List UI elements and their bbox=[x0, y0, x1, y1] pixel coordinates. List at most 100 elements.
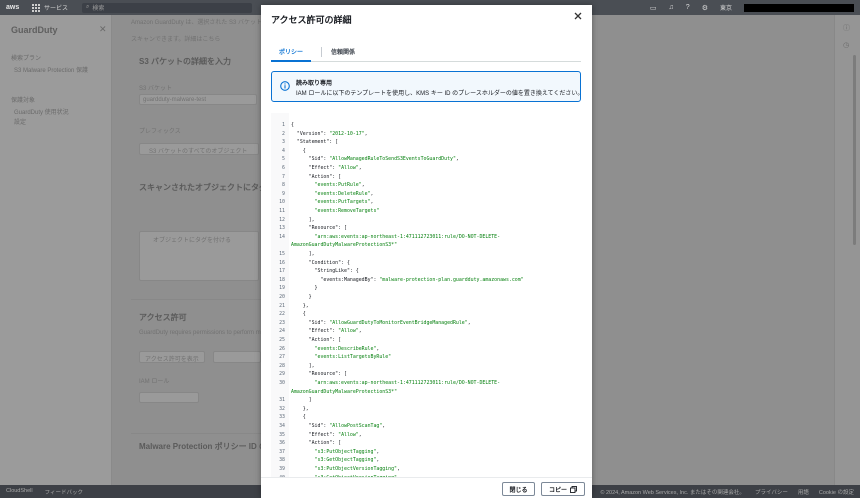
line-number: 5 bbox=[282, 156, 285, 163]
code-line: 20 } bbox=[271, 294, 581, 302]
line-number: 10 bbox=[279, 199, 285, 206]
feedback-link[interactable]: フィードバック bbox=[45, 488, 83, 496]
privacy-link[interactable]: プライバシー bbox=[755, 488, 788, 496]
line-number: 22 bbox=[279, 311, 285, 318]
page-scrollbar[interactable] bbox=[853, 55, 856, 245]
permissions-detail-modal: アクセス許可の詳細 ポリシー 信頼関係 読み取り専用 IAM ロールに以下のテン… bbox=[261, 5, 592, 498]
bg-label: S3 バケット bbox=[139, 86, 173, 92]
cloudshell-icon[interactable]: ▭ bbox=[650, 4, 657, 12]
copy-button[interactable]: コピー bbox=[541, 482, 585, 496]
line-number: 18 bbox=[279, 276, 285, 283]
services-grid-icon[interactable] bbox=[32, 3, 40, 12]
sidenav-item[interactable]: S3 Malware Protection 保護 bbox=[14, 65, 88, 74]
code-text: { bbox=[291, 122, 294, 128]
account-menu-redacted[interactable] bbox=[744, 3, 854, 12]
services-menu[interactable]: サービス bbox=[44, 3, 68, 12]
code-line: 17 "StringLike": { bbox=[271, 268, 581, 276]
alert-body: IAM ロールに以下のテンプレートを使用し、KMS キー ID のプレースホルダ… bbox=[296, 91, 584, 97]
code-text: "Action": [ bbox=[308, 173, 342, 180]
code-text: "events:RemoveTargets" bbox=[314, 208, 380, 214]
code-text: "Sid": "AllowGuardDutyToMonitorEventBrid… bbox=[308, 319, 471, 326]
code-text: "Action": [ bbox=[308, 440, 342, 447]
code-line: 2 "Version": "2012-10-17", bbox=[271, 131, 581, 139]
code-line: 10 "events:PutTargets", bbox=[271, 199, 581, 207]
notifications-icon[interactable]: ♫ bbox=[669, 4, 674, 11]
region-selector[interactable]: 東京 bbox=[720, 3, 732, 12]
line-number: 13 bbox=[279, 225, 285, 232]
bg-button-label: アクセス許可を表示 bbox=[145, 357, 199, 363]
close-button-label: 閉じる bbox=[509, 487, 528, 494]
sidenav-item[interactable]: 保護対象 bbox=[11, 95, 35, 104]
code-text: "events:ListTargetsByRule" bbox=[314, 354, 392, 361]
code-text: "Resource": [ bbox=[308, 371, 347, 378]
code-text: AmazonGuardDutyMalwareProtectionS3*" bbox=[291, 388, 398, 395]
bg-divider bbox=[131, 299, 261, 300]
close-button[interactable]: 閉じる bbox=[502, 482, 535, 496]
code-line: 13 "Resource": [ bbox=[271, 225, 581, 233]
line-number: 3 bbox=[282, 139, 285, 146]
alert-title: 読み取り専用 bbox=[296, 81, 333, 87]
side-navigation: GuardDuty ✕ 検索プラン S3 Malware Protection … bbox=[0, 15, 112, 485]
line-number: 28 bbox=[279, 362, 285, 369]
aws-logo[interactable]: aws bbox=[6, 4, 24, 11]
code-text: "Action": [ bbox=[308, 337, 342, 343]
line-number: 29 bbox=[279, 371, 285, 378]
code-text: { bbox=[291, 414, 306, 421]
modal-header: アクセス許可の詳細 bbox=[261, 5, 592, 33]
settings-icon[interactable]: ⚙ bbox=[702, 4, 708, 12]
code-text: "Effect": "Allow", bbox=[308, 165, 362, 171]
code-text: "Effect": "Allow", bbox=[308, 328, 362, 335]
bg-label: IAM ロール bbox=[139, 379, 170, 385]
bg-divider bbox=[131, 433, 261, 434]
tab-policy[interactable]: ポリシー bbox=[271, 45, 312, 62]
sidenav-title[interactable]: GuardDuty bbox=[11, 25, 58, 35]
bg-select bbox=[139, 392, 199, 403]
search-placeholder: 検索 bbox=[92, 6, 105, 12]
bg-input-value: guardduty-malware-test bbox=[143, 97, 207, 103]
code-line: 19 } bbox=[271, 285, 581, 293]
info-panel-icon[interactable]: ⓘ bbox=[843, 23, 850, 33]
tab-trust-relationship[interactable]: 信頼関係 bbox=[323, 45, 363, 62]
sidenav-item[interactable]: 検索プラン bbox=[11, 53, 41, 62]
code-text: { bbox=[291, 147, 306, 154]
code-text: "Resource": [ bbox=[308, 225, 347, 232]
modal-close-icon[interactable] bbox=[574, 12, 582, 20]
info-icon bbox=[280, 81, 290, 91]
cookie-settings-link[interactable]: Cookie の設定 bbox=[819, 488, 854, 496]
line-number: 26 bbox=[279, 345, 285, 352]
read-only-info-alert: 読み取り専用 IAM ロールに以下のテンプレートを使用し、KMS キー ID の… bbox=[271, 71, 584, 102]
code-line: 1{ bbox=[271, 122, 581, 130]
code-line: AmazonGuardDutyMalwareProtectionS3*" bbox=[271, 242, 581, 250]
code-line: 30 "arn:aws:events:ap-northeast-1:471112… bbox=[271, 380, 581, 388]
sidenav-item[interactable]: 設定 bbox=[14, 117, 26, 126]
line-number: 30 bbox=[279, 380, 285, 386]
policy-json-code-block[interactable]: 1{2 "Version": "2012-10-17", 3 "Statement… bbox=[271, 113, 581, 477]
code-line: 28 ], bbox=[271, 363, 581, 371]
code-text: "s3:PutObjectVersionTagging", bbox=[314, 466, 400, 472]
code-text: "Sid": "AllowManagedRuleToSendS3EventsTo… bbox=[308, 156, 459, 163]
bg-heading: アクセス許可 bbox=[139, 313, 187, 322]
right-utility-rail: ⓘ ◷ bbox=[834, 15, 860, 485]
cloudshell-link[interactable]: CloudShell bbox=[6, 488, 33, 496]
sidenav-close-icon[interactable]: ✕ bbox=[99, 24, 107, 35]
line-number: 36 bbox=[279, 440, 285, 447]
code-line: 18 "events:ManagedBy": "malware-protecti… bbox=[271, 277, 581, 285]
code-text: "Sid": "AllowPostScanTag", bbox=[308, 423, 386, 429]
bg-button bbox=[213, 351, 261, 363]
code-text: ], bbox=[291, 362, 315, 369]
sidenav-item[interactable]: GuardDuty 使用状況 bbox=[14, 107, 69, 116]
code-text: }, bbox=[291, 405, 309, 412]
global-search-input[interactable]: ⌕ 検索 bbox=[82, 2, 253, 13]
code-line: 29 "Resource": [ bbox=[271, 371, 581, 379]
bg-heading: S3 バケットの詳細を入力 bbox=[139, 57, 232, 66]
code-line: 22 { bbox=[271, 311, 581, 319]
code-line: 5 "Sid": "AllowManagedRuleToSendS3Events… bbox=[271, 156, 581, 164]
code-line: 27 "events:ListTargetsByRule" bbox=[271, 354, 581, 362]
code-text: ] bbox=[291, 397, 312, 404]
clock-icon[interactable]: ◷ bbox=[843, 41, 849, 49]
terms-link[interactable]: 用語 bbox=[798, 488, 809, 496]
code-line: 34 "Sid": "AllowPostScanTag", bbox=[271, 423, 581, 431]
help-icon[interactable]: ? bbox=[686, 4, 690, 11]
code-line: 6 "Effect": "Allow", bbox=[271, 165, 581, 173]
line-number: 34 bbox=[279, 423, 285, 429]
